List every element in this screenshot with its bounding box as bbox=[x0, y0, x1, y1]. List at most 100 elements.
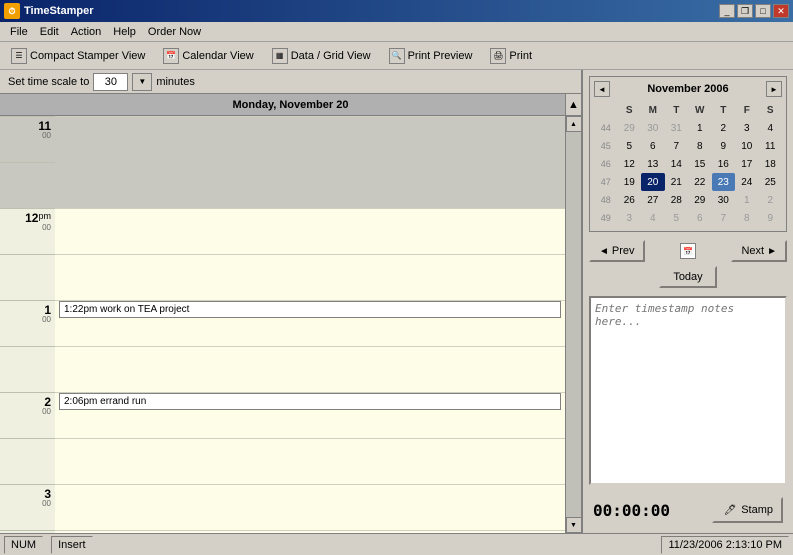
cal-day-nov9[interactable]: 9 bbox=[712, 137, 736, 155]
prev-label: Prev bbox=[612, 245, 635, 257]
menu-edit[interactable]: Edit bbox=[34, 24, 65, 40]
event-slot-1230[interactable] bbox=[55, 254, 565, 300]
cal-day-dec9[interactable]: 9 bbox=[759, 209, 783, 227]
cal-day-dec6[interactable]: 6 bbox=[688, 209, 712, 227]
event-slot-200[interactable]: 2:06pm errand run bbox=[55, 392, 565, 438]
event-slot-100[interactable]: 1:22pm work on TEA project bbox=[55, 300, 565, 346]
cal-day-dec4[interactable]: 4 bbox=[641, 209, 665, 227]
events-column[interactable]: 1:22pm work on TEA project 2:06pm errand… bbox=[55, 116, 565, 533]
prev-button[interactable]: ◄ Prev bbox=[589, 240, 645, 262]
next-label: Next bbox=[741, 245, 764, 257]
cal-day-dec8[interactable]: 8 bbox=[735, 209, 759, 227]
maximize-button[interactable]: □ bbox=[755, 4, 771, 18]
event-slot-130[interactable] bbox=[55, 346, 565, 392]
week-48: 48 bbox=[594, 191, 618, 209]
prev-month-button[interactable]: ◄ bbox=[594, 81, 610, 97]
next-month-button[interactable]: ► bbox=[766, 81, 782, 97]
cal-day-nov22[interactable]: 22 bbox=[688, 173, 712, 191]
print-preview-button[interactable]: 🔍 Print Preview bbox=[382, 45, 480, 67]
time-slot-230 bbox=[0, 438, 55, 484]
app-title: TimeStamper bbox=[24, 5, 94, 17]
menu-help[interactable]: Help bbox=[107, 24, 142, 40]
menu-file[interactable]: File bbox=[4, 24, 34, 40]
cal-day-nov27[interactable]: 27 bbox=[641, 191, 665, 209]
cal-day-nov17[interactable]: 17 bbox=[735, 155, 759, 173]
cal-day-nov28[interactable]: 28 bbox=[665, 191, 689, 209]
cal-day-dec7[interactable]: 7 bbox=[712, 209, 736, 227]
cal-day-nov8[interactable]: 8 bbox=[688, 137, 712, 155]
close-button[interactable]: ✕ bbox=[773, 4, 789, 18]
time-scale-input[interactable] bbox=[93, 73, 128, 91]
cal-day-nov3[interactable]: 3 bbox=[735, 119, 759, 137]
calendar-view-icon: 📅 bbox=[163, 48, 179, 64]
cal-day-nov5[interactable]: 5 bbox=[618, 137, 642, 155]
menu-order-now[interactable]: Order Now bbox=[142, 24, 207, 40]
calendar-view-button[interactable]: 📅 Calendar View bbox=[156, 45, 260, 67]
compact-stamper-label: Compact Stamper View bbox=[30, 50, 145, 62]
schedule-area: Monday, November 20 ▲ 11 00 12pm bbox=[0, 94, 581, 533]
scroll-up-button[interactable]: ▲ bbox=[565, 94, 581, 115]
cal-day-nov29[interactable]: 29 bbox=[688, 191, 712, 209]
week-49: 49 bbox=[594, 209, 618, 227]
day-header-thu: T bbox=[712, 101, 736, 119]
mini-cal-header: ◄ November 2006 ► bbox=[594, 81, 782, 97]
cal-day-nov21[interactable]: 21 bbox=[665, 173, 689, 191]
schedule-header: Monday, November 20 ▲ bbox=[0, 94, 581, 116]
data-grid-view-button[interactable]: ▦ Data / Grid View bbox=[265, 45, 378, 67]
event-slot-1200[interactable] bbox=[55, 208, 565, 254]
cal-day-nov10[interactable]: 10 bbox=[735, 137, 759, 155]
status-bar: NUM Insert 11/23/2006 2:13:10 PM bbox=[0, 533, 793, 555]
menu-action[interactable]: Action bbox=[65, 24, 108, 40]
nav-section: ◄ Prev 📅 Next ► Today bbox=[589, 240, 787, 288]
next-button[interactable]: Next ► bbox=[731, 240, 787, 262]
today-button[interactable]: Today bbox=[659, 266, 716, 288]
cal-day-nov11[interactable]: 11 bbox=[759, 137, 783, 155]
window-controls[interactable]: _ ❐ □ ✕ bbox=[719, 4, 789, 18]
left-panel: Set time scale to ▼ minutes Monday, Nove… bbox=[0, 70, 583, 533]
toolbar: ☰ Compact Stamper View 📅 Calendar View ▦… bbox=[0, 42, 793, 70]
time-scale-dropdown[interactable]: ▼ bbox=[132, 73, 152, 91]
cal-day-nov26[interactable]: 26 bbox=[618, 191, 642, 209]
cal-day-dec3[interactable]: 3 bbox=[618, 209, 642, 227]
calendar-view-label: Calendar View bbox=[182, 50, 253, 62]
cal-day-nov4[interactable]: 4 bbox=[759, 119, 783, 137]
scroll-down-button[interactable]: ▼ bbox=[566, 517, 582, 533]
cal-day-nov19[interactable]: 19 bbox=[618, 173, 642, 191]
vertical-scrollbar[interactable]: ▲ ▼ bbox=[565, 116, 581, 533]
cal-day-nov16[interactable]: 16 bbox=[712, 155, 736, 173]
cal-day-nov13[interactable]: 13 bbox=[641, 155, 665, 173]
cal-day-dec1[interactable]: 1 bbox=[735, 191, 759, 209]
cal-day-nov30[interactable]: 30 bbox=[712, 191, 736, 209]
minimize-button[interactable]: _ bbox=[719, 4, 735, 18]
cal-day-nov24[interactable]: 24 bbox=[735, 173, 759, 191]
notes-textarea[interactable] bbox=[589, 296, 787, 485]
cal-day-nov20-today[interactable]: 20 bbox=[641, 173, 665, 191]
cal-day-nov14[interactable]: 14 bbox=[665, 155, 689, 173]
cal-day-nov18[interactable]: 18 bbox=[759, 155, 783, 173]
cal-day-nov7[interactable]: 7 bbox=[665, 137, 689, 155]
print-button[interactable]: 🖨 Print bbox=[483, 45, 539, 67]
event-slot-330[interactable] bbox=[55, 530, 565, 533]
cal-day-oct29[interactable]: 29 bbox=[618, 119, 642, 137]
cal-day-nov15[interactable]: 15 bbox=[688, 155, 712, 173]
cal-day-oct30[interactable]: 30 bbox=[641, 119, 665, 137]
event-slot-230[interactable] bbox=[55, 438, 565, 484]
cal-day-nov23-selected[interactable]: 23 bbox=[712, 173, 736, 191]
cal-day-oct31[interactable]: 31 bbox=[665, 119, 689, 137]
compact-stamper-view-button[interactable]: ☰ Compact Stamper View bbox=[4, 45, 152, 67]
event-tea-project[interactable]: 1:22pm work on TEA project bbox=[59, 301, 561, 318]
stamp-button[interactable]: 🖊 Stamp bbox=[712, 497, 783, 523]
cal-day-nov2[interactable]: 2 bbox=[712, 119, 736, 137]
cal-day-nov1[interactable]: 1 bbox=[688, 119, 712, 137]
cal-day-nov12[interactable]: 12 bbox=[618, 155, 642, 173]
restore-button[interactable]: ❐ bbox=[737, 4, 753, 18]
cal-day-nov25[interactable]: 25 bbox=[759, 173, 783, 191]
event-errand-run[interactable]: 2:06pm errand run bbox=[59, 393, 561, 410]
scroll-up-button[interactable]: ▲ bbox=[566, 116, 582, 132]
stamp-icon: 🖊 bbox=[722, 502, 738, 518]
cal-day-dec5[interactable]: 5 bbox=[665, 209, 689, 227]
scrollbar-track[interactable] bbox=[566, 132, 581, 517]
event-slot-300[interactable] bbox=[55, 484, 565, 530]
cal-day-nov6[interactable]: 6 bbox=[641, 137, 665, 155]
cal-day-dec2[interactable]: 2 bbox=[759, 191, 783, 209]
